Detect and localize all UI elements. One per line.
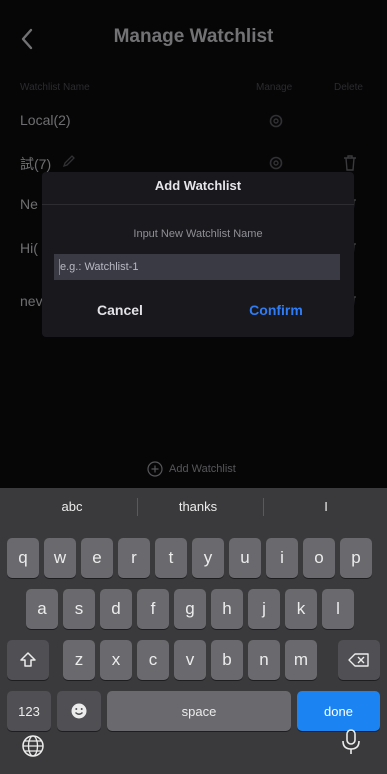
key-e[interactable]: e [81,538,113,578]
key-t[interactable]: t [155,538,187,578]
key-c[interactable]: c [137,640,169,680]
key-w[interactable]: w [44,538,76,578]
suggestion-item[interactable]: thanks [138,499,258,514]
numbers-key[interactable]: 123 [7,691,51,731]
key-h[interactable]: h [211,589,243,629]
add-watchlist-dialog: Add Watchlist Input New Watchlist Name C… [42,172,354,337]
key-p[interactable]: p [340,538,372,578]
divider [42,204,354,205]
key-z[interactable]: z [63,640,95,680]
key-n[interactable]: n [248,640,280,680]
key-v[interactable]: v [174,640,206,680]
key-u[interactable]: u [229,538,261,578]
suggestion-item[interactable]: I [266,499,386,514]
confirm-button[interactable]: Confirm [198,302,354,318]
key-q[interactable]: q [7,538,39,578]
text-cursor [59,259,60,275]
key-b[interactable]: b [211,640,243,680]
key-l[interactable]: l [322,589,354,629]
key-m[interactable]: m [285,640,317,680]
key-a[interactable]: a [26,589,58,629]
dialog-title: Add Watchlist [154,178,242,193]
key-j[interactable]: j [248,589,280,629]
microphone-icon[interactable] [340,728,362,756]
suggestion-bar: abc thanks I [0,488,387,526]
backspace-icon [348,653,369,667]
divider [263,498,264,516]
keyboard: abc thanks I q w e r t y u i o p a s d f… [0,488,387,774]
space-key[interactable]: space [107,691,291,731]
key-o[interactable]: o [303,538,335,578]
key-r[interactable]: r [118,538,150,578]
key-x[interactable]: x [100,640,132,680]
dialog-subtitle: Input New Watchlist Name [133,228,263,240]
shift-key[interactable] [7,640,49,680]
key-d[interactable]: d [100,589,132,629]
key-s[interactable]: s [63,589,95,629]
emoji-key[interactable] [57,691,101,731]
backspace-key[interactable] [338,640,380,680]
key-y[interactable]: y [192,538,224,578]
shift-icon [20,652,36,667]
key-i[interactable]: i [266,538,298,578]
app-screen: Manage Watchlist Watchlist Name Manage D… [0,0,387,488]
watchlist-name-input[interactable] [54,254,340,280]
done-key[interactable]: done [297,691,380,731]
emoji-icon [71,703,87,719]
key-k[interactable]: k [285,589,317,629]
key-f[interactable]: f [137,589,169,629]
globe-icon[interactable] [20,733,46,759]
suggestion-item[interactable]: abc [12,499,132,514]
key-g[interactable]: g [174,589,206,629]
cancel-button[interactable]: Cancel [42,302,198,318]
